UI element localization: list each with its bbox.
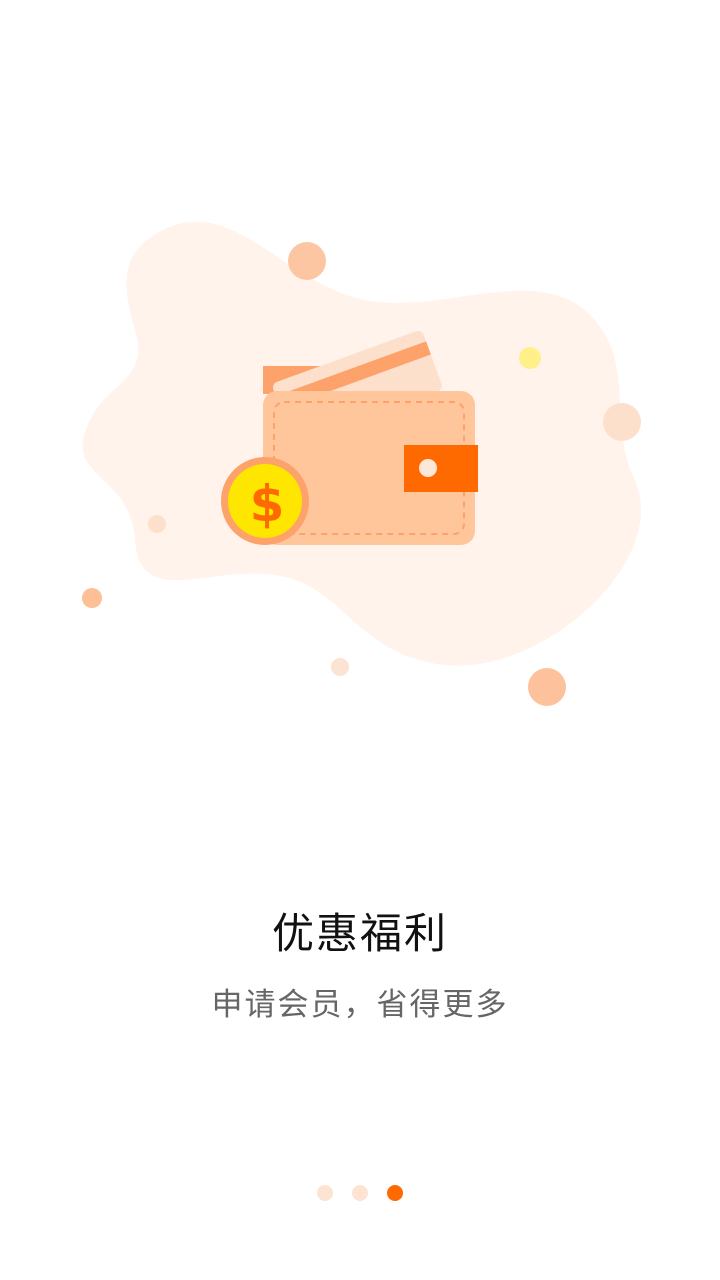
decor-circle	[82, 588, 102, 608]
page-subtitle: 申请会员，省得更多	[211, 987, 509, 1023]
decor-circle	[528, 668, 566, 706]
decor-circle	[603, 403, 641, 441]
coin-symbol: $	[250, 475, 285, 533]
decor-circle	[519, 347, 541, 369]
pagination-dots	[0, 1185, 720, 1201]
page-title: 优惠福利	[271, 909, 448, 958]
pagination-dot-active[interactable]	[387, 1185, 403, 1201]
dollar-coin-icon: $	[221, 457, 309, 545]
pagination-dot[interactable]	[352, 1185, 368, 1201]
decor-circle	[331, 658, 349, 676]
decor-circle	[148, 515, 166, 533]
wallet-illustration: $	[82, 221, 642, 706]
pagination-dot[interactable]	[317, 1185, 333, 1201]
decor-circle	[288, 242, 326, 280]
